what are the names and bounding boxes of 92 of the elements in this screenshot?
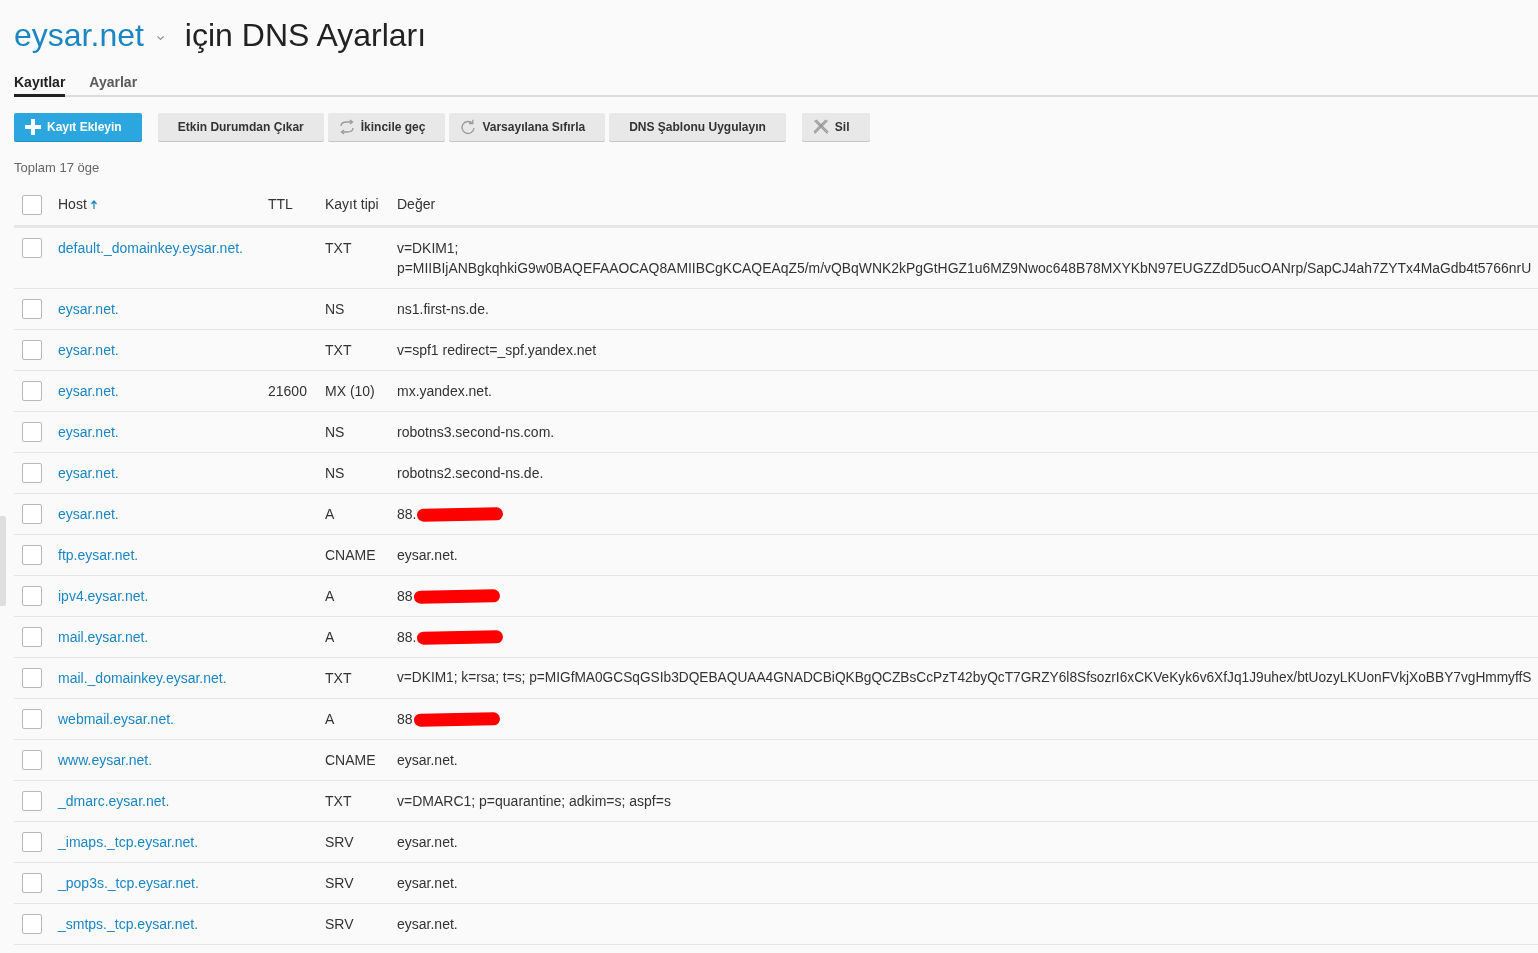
record-type-cell: TXT	[325, 670, 352, 686]
host-link[interactable]: eysar.net.	[58, 383, 119, 399]
row-checkbox[interactable]	[22, 238, 42, 258]
host-link[interactable]: _dmarc.eysar.net.	[58, 793, 170, 809]
ttl-cell: 21600	[268, 383, 307, 399]
row-checkbox[interactable]	[22, 340, 42, 360]
toolbar-button[interactable]: Varsayılana Sıfırla	[449, 113, 606, 141]
host-link[interactable]: eysar.net.	[58, 301, 119, 317]
refresh-icon	[460, 119, 477, 135]
row-checkbox[interactable]	[22, 832, 42, 852]
record-type-cell: TXT	[325, 240, 352, 256]
item-count: Toplam 17 öge	[14, 159, 100, 177]
record-type-cell: A	[325, 711, 335, 727]
column-header[interactable]: Değer	[397, 194, 436, 215]
record-type-cell: CNAME	[325, 547, 376, 563]
close-icon	[812, 119, 829, 135]
page-title: için DNS Ayarları	[184, 16, 427, 55]
host-link[interactable]: eysar.net.	[58, 342, 119, 358]
record-type-cell: A	[325, 506, 335, 522]
value-cell-text: 88	[397, 587, 413, 606]
record-type-cell: NS	[325, 301, 345, 317]
row-checkbox[interactable]	[22, 422, 42, 442]
record-type-cell: NS	[325, 465, 345, 481]
toolbar-button[interactable]: Etkin Durumdan Çıkar	[157, 113, 324, 141]
column-header[interactable]: Kayıt tipi	[325, 194, 379, 215]
sort-ascending-icon[interactable]	[90, 200, 97, 209]
record-type-cell: CNAME	[325, 752, 376, 768]
value-cell-text: robotns2.second-ns.de.	[397, 464, 544, 483]
host-link[interactable]: mail._domainkey.eysar.net.	[58, 670, 227, 686]
row-checkbox[interactable]	[22, 709, 42, 729]
record-type-cell: SRV	[325, 916, 354, 932]
value-cell-text: eysar.net.	[397, 874, 458, 893]
host-link[interactable]: www.eysar.net.	[58, 752, 153, 768]
record-type-cell: MX (10)	[325, 383, 375, 399]
plus-icon	[25, 119, 41, 135]
row-checkbox[interactable]	[22, 668, 42, 688]
value-cell-text: ns1.first-ns.de.	[397, 300, 489, 319]
side-panel-handle[interactable]	[0, 516, 6, 606]
record-type-cell: TXT	[325, 342, 352, 358]
host-link[interactable]: ftp.eysar.net.	[58, 547, 139, 563]
value-cell-text: v=DKIM1; p=MIIBIjANBgkqhkiG9w0BAQEFAAOCAQ8AMIIBCgKCAQEAqZ5/m/vQBqWNK2kPgGtHGZ1u6MZ9Nwoc648B78MXYKbN97EUGZZdD5ucOANrp/SapCJ4ah7ZYTx4MaGdb4t5766nrU	[397, 239, 1532, 278]
host-link[interactable]: eysar.net.	[58, 465, 119, 481]
toolbar-button[interactable]: Kayıt Ekleyin	[14, 113, 142, 141]
row-checkbox[interactable]	[22, 914, 42, 934]
tab[interactable]: Kayıtlar	[14, 72, 66, 97]
value-cell-text: eysar.net.	[397, 915, 458, 934]
record-type-cell: TXT	[325, 793, 352, 809]
toolbar-button[interactable]: İkincile geç	[327, 113, 446, 141]
host-link[interactable]: mail.eysar.net.	[58, 629, 149, 645]
value-cell-text: 88.	[397, 628, 417, 647]
host-link[interactable]: _smtps._tcp.eysar.net.	[58, 916, 199, 932]
host-link[interactable]: eysar.net.	[58, 506, 119, 522]
row-checkbox[interactable]	[22, 299, 42, 319]
value-cell-text: 88.	[397, 505, 417, 524]
row-checkbox[interactable]	[22, 791, 42, 811]
row-checkbox[interactable]	[22, 627, 42, 647]
record-type-cell: A	[325, 629, 335, 645]
row-checkbox[interactable]	[22, 545, 42, 565]
row-checkbox[interactable]	[22, 586, 42, 606]
row-checkbox[interactable]	[22, 504, 42, 524]
toolbar-button[interactable]: DNS Şablonu Uygulayın	[609, 113, 786, 141]
select-all-checkbox[interactable]	[22, 194, 42, 215]
row-checkbox[interactable]	[22, 873, 42, 893]
host-link[interactable]: webmail.eysar.net.	[58, 711, 174, 727]
chevron-down-icon[interactable]	[156, 36, 164, 40]
value-cell-text: eysar.net.	[397, 546, 458, 565]
value-cell-text: eysar.net.	[397, 833, 458, 852]
host-link[interactable]: ipv4.eysar.net.	[58, 588, 149, 604]
value-cell-text: mx.yandex.net.	[397, 382, 492, 401]
value-cell-text: eysar.net.	[397, 751, 458, 770]
record-type-cell: NS	[325, 424, 345, 440]
value-cell-text: v=DKIM1; k=rsa; t=s; p=MIGfMA0GCSqGSIb3DQEBAQUAA4GNADCBiQKBgQCZBsCcPzT42byQcT7GRZY6l8SfsozrI6xCKVeKyk6v6XfJq1J9uhex/btUozyLKUonFVkjXoBBY7vgHmmyffS	[397, 669, 1532, 687]
host-link[interactable]: default._domainkey.eysar.net.	[58, 240, 243, 256]
host-link[interactable]: eysar.net.	[58, 424, 119, 440]
host-link[interactable]: _imaps._tcp.eysar.net.	[58, 834, 199, 850]
value-cell-text: v=DMARC1; p=quarantine; adkim=s; aspf=s	[397, 792, 671, 811]
value-cell-text: 88	[397, 710, 413, 729]
toolbar-button[interactable]: Sil	[801, 113, 870, 141]
row-checkbox[interactable]	[22, 750, 42, 770]
value-cell-text: v=spf1 redirect=_spf.yandex.net	[397, 341, 597, 360]
record-type-cell: A	[325, 588, 335, 604]
record-type-cell: SRV	[325, 834, 354, 850]
host-link[interactable]: _pop3s._tcp.eysar.net.	[58, 875, 199, 891]
row-checkbox[interactable]	[22, 463, 42, 483]
row-checkbox[interactable]	[22, 381, 42, 401]
column-header[interactable]: Host	[58, 194, 87, 215]
tab[interactable]: Ayarlar	[89, 72, 138, 97]
value-cell-text: robotns3.second-ns.com.	[397, 423, 555, 442]
domain-name-link[interactable]: eysar.net	[14, 13, 144, 57]
swap-arrows-icon	[338, 119, 355, 135]
column-header[interactable]: TTL	[268, 194, 293, 215]
record-type-cell: SRV	[325, 875, 354, 891]
